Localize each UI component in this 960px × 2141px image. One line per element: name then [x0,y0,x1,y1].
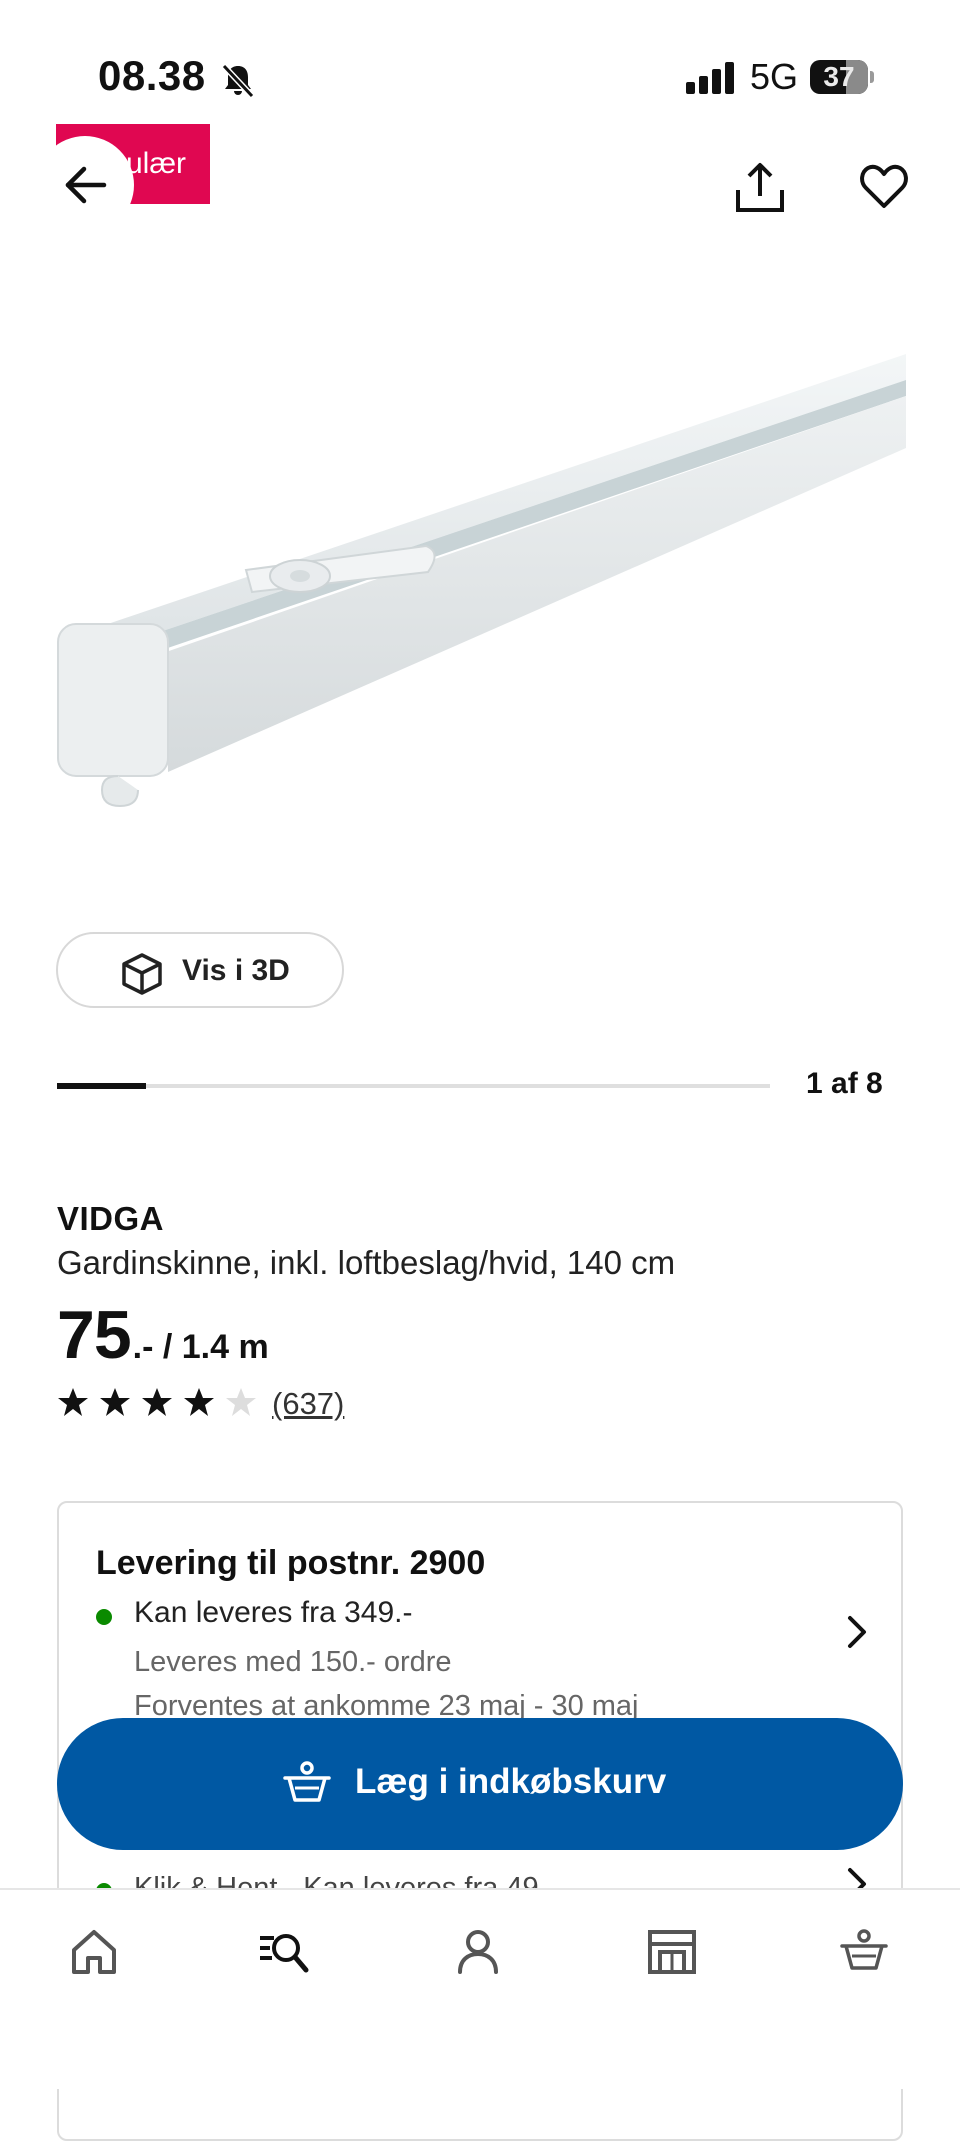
product-price: 75 .- / 1.4 m [57,1296,269,1374]
signal-icon [686,60,736,94]
share-icon[interactable] [732,160,788,216]
chevron-right-icon[interactable] [840,1612,874,1652]
basket-icon[interactable] [838,1926,890,1978]
home-icon[interactable] [68,1926,120,1978]
delivery-min-order: Leveres med 150.- ordre [134,1646,452,1678]
view-3d-button[interactable]: Vis i 3D [56,932,344,1008]
star-filled-icon [100,1388,130,1416]
heart-icon[interactable] [858,160,910,212]
add-to-cart-label: Læg i indkøbskurv [355,1762,667,1801]
reviews-link[interactable]: (637) [272,1386,344,1422]
gallery-progress-fill [57,1083,147,1089]
gallery-counter: 1 af 8 [806,1067,883,1100]
battery-icon: 37 [810,60,868,94]
product-image[interactable] [56,340,906,840]
product-brand: VIDGA [57,1200,165,1237]
battery-tip [870,71,874,83]
delivery-title: Levering til postnr. 2900 [96,1544,486,1582]
price-main: 75 [57,1297,132,1373]
battery-level: 37 [823,61,855,92]
rating-stars[interactable] [57,1386,257,1418]
basket-icon [283,1761,331,1802]
network-type: 5G [750,56,799,97]
star-filled-icon [184,1388,214,1416]
back-arrow-icon[interactable] [60,160,110,210]
bottom-navigation [0,1888,960,2089]
profile-icon[interactable] [452,1926,504,1978]
delivery-availability: Kan leveres fra 349.- [134,1596,413,1629]
add-to-cart-button[interactable]: Læg i indkøbskurv [57,1718,903,1850]
gallery-progress [57,1083,770,1089]
star-empty-icon [226,1388,256,1416]
product-description: Gardinskinne, inkl. loftbeslag/hvid, 140… [57,1244,676,1281]
search-list-icon[interactable] [258,1926,310,1978]
star-filled-icon [58,1388,88,1416]
star-filled-icon [142,1388,172,1416]
view-3d-label: Vis i 3D [182,954,290,987]
price-unit: .- / 1.4 m [132,1328,269,1366]
store-icon[interactable] [646,1926,698,1978]
availability-dot [96,1609,112,1625]
cube-3d-icon [122,953,162,995]
bell-muted-icon [221,63,255,99]
status-time: 08.38 [98,52,206,99]
